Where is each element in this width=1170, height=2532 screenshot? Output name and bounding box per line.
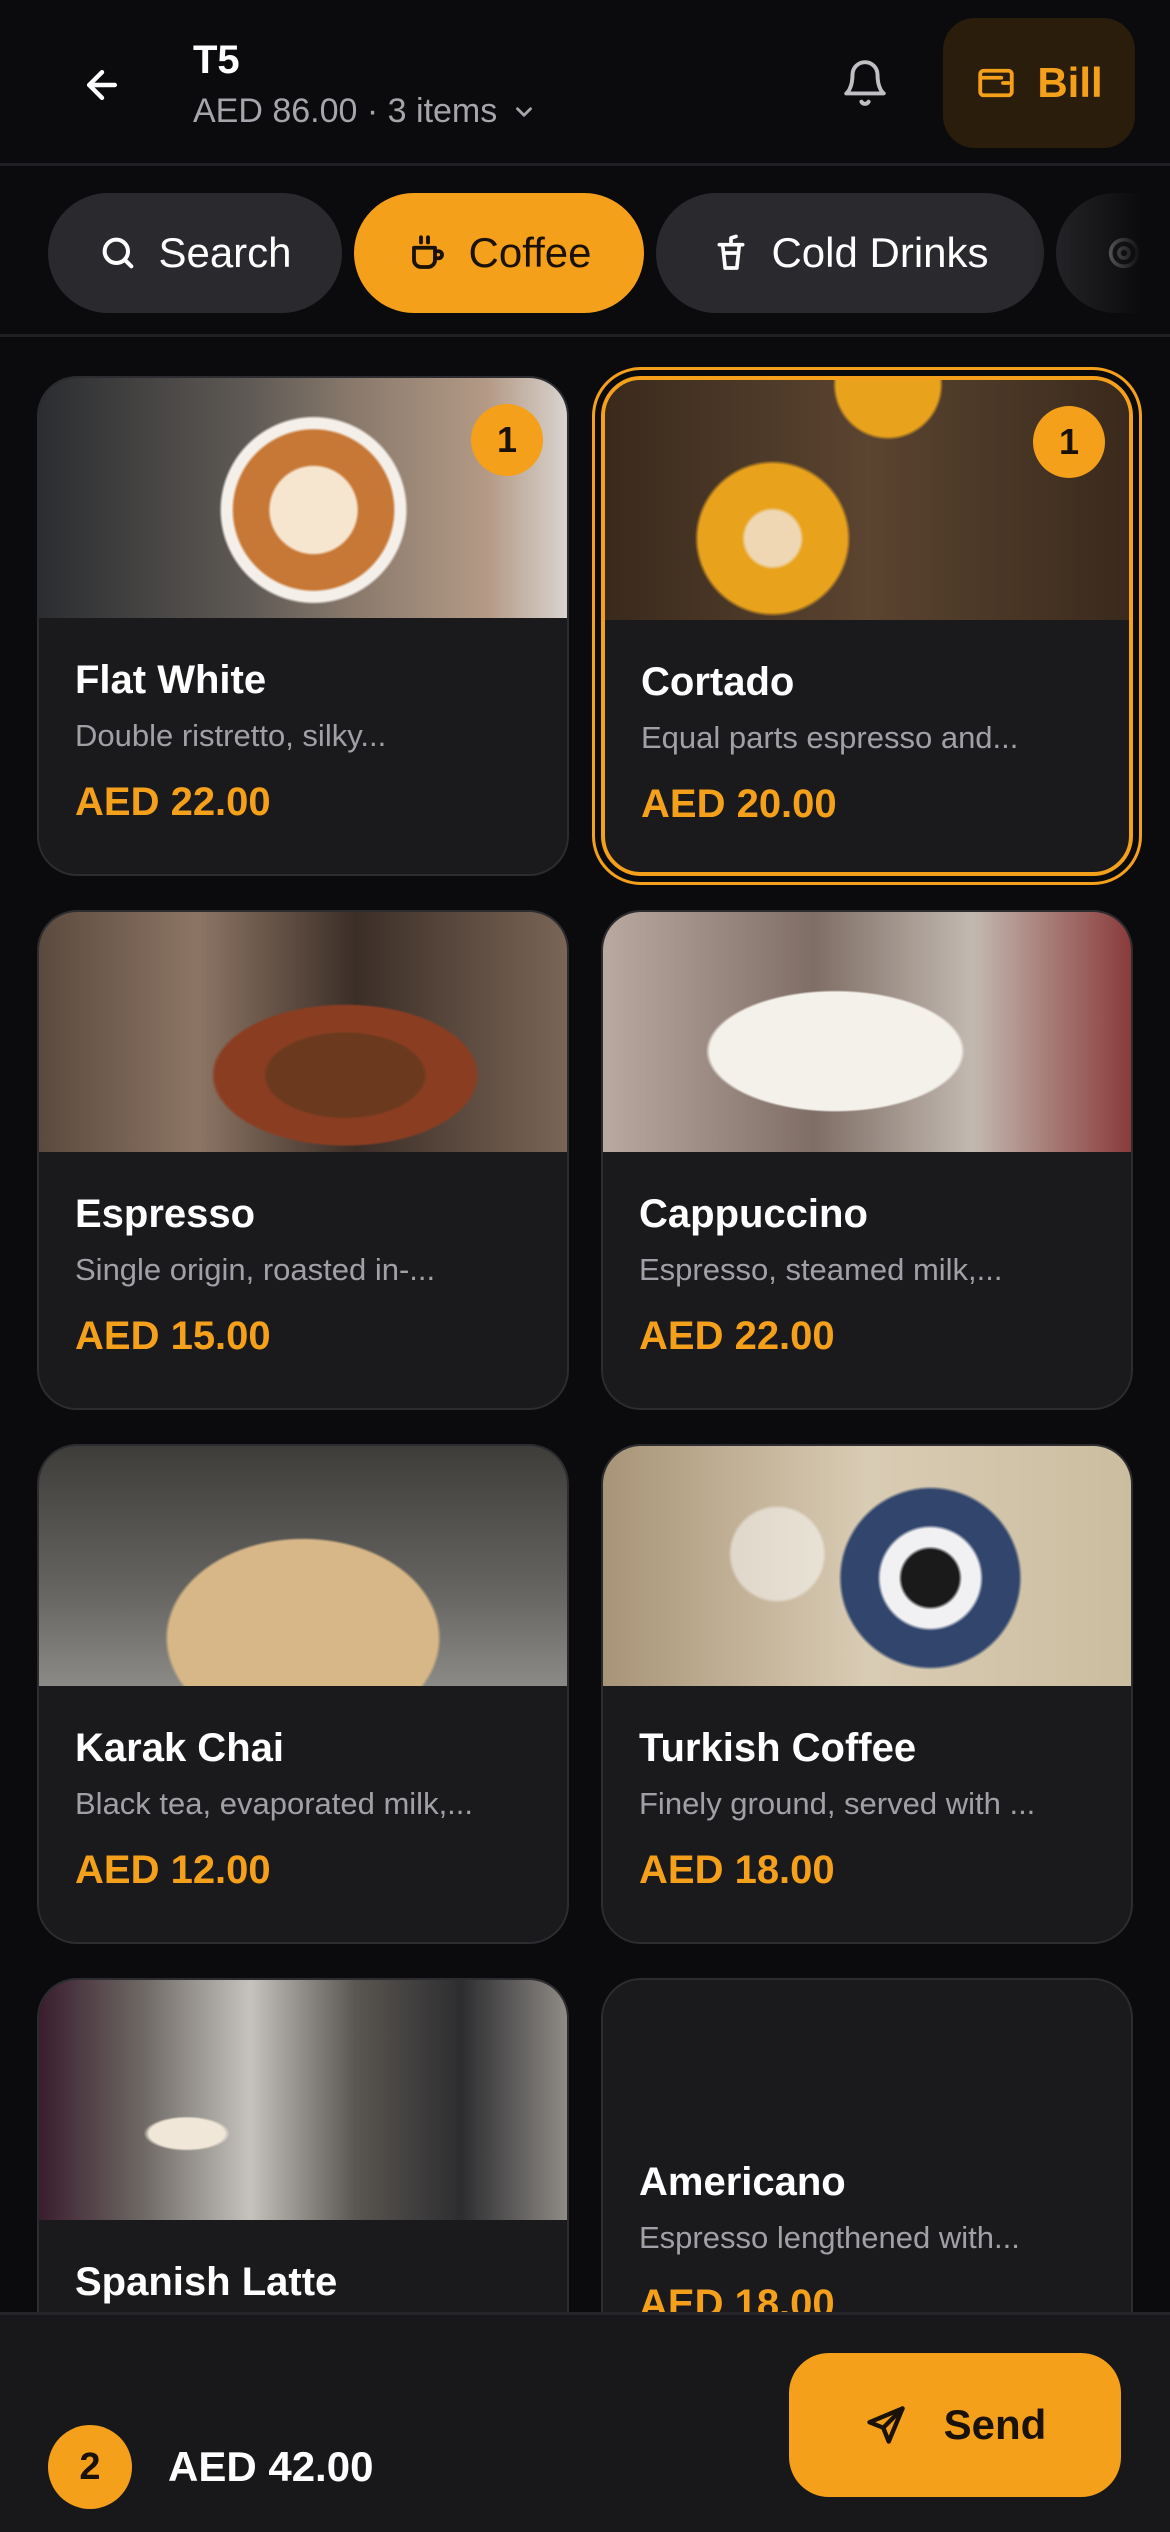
order-count-badge: 2: [48, 2425, 132, 2509]
item-price: AED 22.00: [639, 1314, 835, 1358]
top-bar: T5 AED 86.00 · 3 items Bill: [0, 0, 1170, 166]
item-photo: [39, 1980, 567, 2220]
send-button[interactable]: Send: [789, 2353, 1121, 2497]
order-bar: 2 AED 42.00 Send: [0, 2312, 1170, 2532]
tabs-scroll-fade: [1030, 169, 1170, 334]
menu-item-card[interactable]: Karak Chai Black tea, evaporated milk,..…: [37, 1444, 569, 1944]
arrow-left-icon: [86, 69, 118, 101]
iced-cup-icon: [717, 234, 745, 270]
item-name: Cappuccino: [639, 1192, 868, 1236]
item-name: Espresso: [75, 1192, 256, 1236]
search-icon: [103, 237, 134, 269]
item-name: Turkish Coffee: [639, 1726, 917, 1770]
back-button[interactable]: [62, 45, 142, 125]
menu-item-card[interactable]: Cappuccino Espresso, steamed milk,... AE…: [601, 910, 1133, 1410]
menu-item-card[interactable]: Turkish Coffee Finely ground, served wit…: [601, 1444, 1133, 1944]
menu-item-card[interactable]: Spanish Latte: [37, 1978, 569, 2312]
menu-item-card-selected[interactable]: 1 Cortado Equal parts espresso and... AE…: [601, 376, 1133, 876]
tab-cold-drinks[interactable]: Cold Drinks: [656, 193, 1044, 313]
quantity-badge: 1: [1033, 406, 1105, 478]
item-price: AED 20.00: [641, 782, 837, 826]
tab-search[interactable]: Search: [48, 193, 342, 313]
item-photo: [603, 912, 1131, 1152]
item-photo: [39, 1446, 567, 1686]
item-name: Americano: [639, 2160, 846, 2204]
menu-item-card[interactable]: Americano Espresso lengthened with... AE…: [601, 1978, 1133, 2312]
send-icon: [866, 2406, 905, 2444]
order-total: AED 42.00: [168, 2443, 374, 2490]
menu-item-card[interactable]: 1 Flat White Double ristretto, silky... …: [37, 376, 569, 876]
item-price: AED 12.00: [75, 1848, 271, 1892]
item-description: Espresso lengthened with...: [639, 2220, 1020, 2255]
item-description: Single origin, roasted in-...: [75, 1252, 436, 1287]
tab-coffee[interactable]: Coffee: [354, 193, 644, 313]
item-name: Spanish Latte: [75, 2260, 338, 2304]
item-description: Equal parts espresso and...: [641, 720, 1019, 755]
item-name: Karak Chai: [75, 1726, 284, 1770]
item-description: Finely ground, served with ...: [639, 1786, 1036, 1821]
wallet-icon: [978, 68, 1015, 98]
item-price: AED 22.00: [75, 780, 271, 824]
menu-grid: 1 Flat White Double ristretto, silky... …: [0, 340, 1170, 2312]
item-description: Black tea, evaporated milk,...: [75, 1786, 474, 1821]
item-description: Double ristretto, silky...: [75, 718, 387, 753]
item-price: AED 18.00: [639, 2282, 835, 2312]
item-price: AED 15.00: [75, 1314, 271, 1358]
tab-search-label: Search: [158, 229, 292, 276]
quantity-badge: 1: [471, 404, 543, 476]
item-photo: [603, 1446, 1131, 1686]
notifications-button[interactable]: [828, 46, 902, 120]
item-price: AED 18.00: [639, 1848, 835, 1892]
order-summary-toggle[interactable]: AED 86.00 · 3 items: [193, 92, 537, 131]
bill-button[interactable]: Bill: [943, 18, 1135, 148]
menu-item-card[interactable]: Espresso Single origin, roasted in-... A…: [37, 910, 569, 1410]
item-photo: [39, 912, 567, 1152]
order-summary-text: AED 86.00 · 3 items: [193, 92, 498, 130]
item-name: Cortado: [641, 660, 795, 704]
item-description: Espresso, steamed milk,...: [639, 1252, 1003, 1287]
chevron-down-icon: [516, 106, 533, 117]
category-tabs: Search Coffee Cold Drinks: [0, 169, 1170, 337]
tab-coffee-label: Coffee: [468, 229, 592, 276]
send-label: Send: [943, 2401, 1047, 2448]
tab-cold-drinks-label: Cold Drinks: [771, 229, 989, 276]
item-name: Flat White: [75, 658, 267, 702]
bell-icon: [844, 60, 886, 106]
coffee-cup-icon: [411, 235, 444, 269]
table-title: T5: [193, 38, 240, 82]
bill-label: Bill: [1037, 59, 1103, 106]
